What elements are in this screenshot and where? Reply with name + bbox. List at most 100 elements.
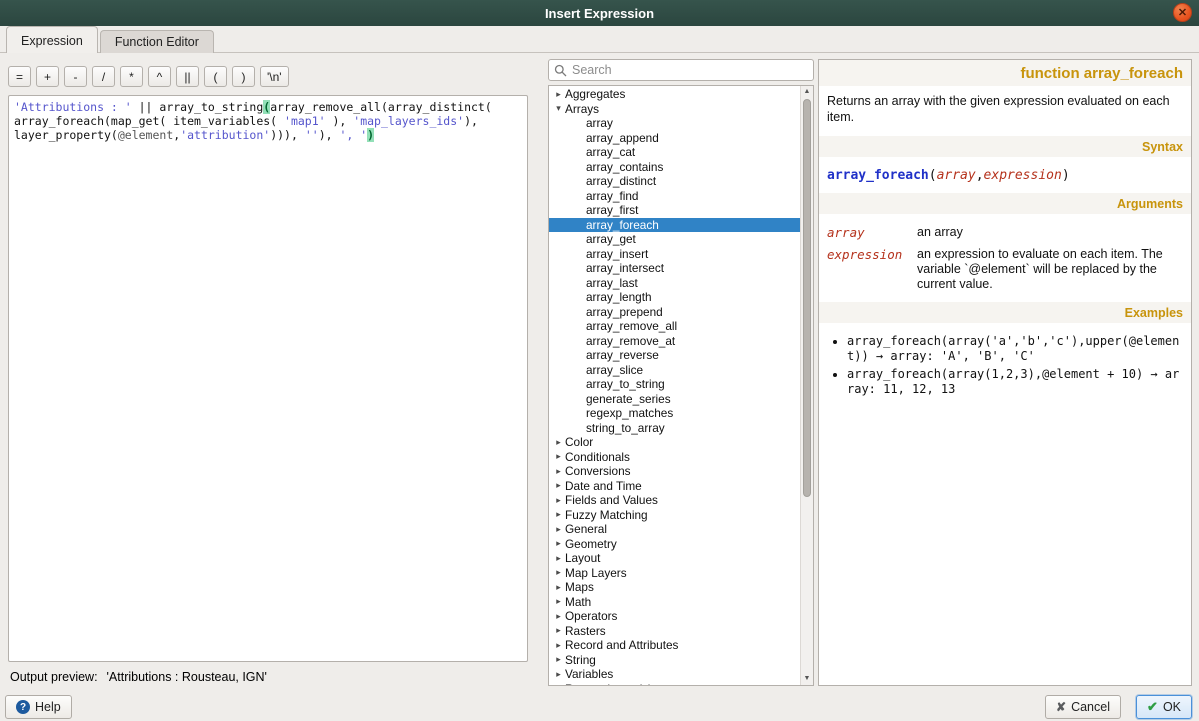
function-item-array-first[interactable]: array_first (549, 203, 800, 218)
tree-label: array_append (586, 131, 659, 145)
chevron-right-icon[interactable]: ▸ (552, 495, 565, 506)
tab-function-editor[interactable]: Function Editor (100, 30, 214, 53)
function-item-array-remove-at[interactable]: array_remove_at (549, 334, 800, 349)
tree-group-recent-generic[interactable]: ▸Recent (generic) (549, 682, 800, 687)
function-item-array-remove-all[interactable]: array_remove_all (549, 319, 800, 334)
chevron-right-icon[interactable]: ▸ (552, 509, 565, 520)
search-box (548, 59, 814, 81)
chevron-right-icon[interactable]: ▸ (552, 466, 565, 477)
function-item-string-to-array[interactable]: string_to_array (549, 421, 800, 436)
tree-group-aggregates[interactable]: ▸Aggregates (549, 87, 800, 102)
operator-button[interactable]: ( (204, 66, 227, 87)
chevron-right-icon[interactable]: ▸ (552, 683, 565, 686)
tree-group-maps[interactable]: ▸Maps (549, 580, 800, 595)
tree-group-general[interactable]: ▸General (549, 522, 800, 537)
function-item-array-last[interactable]: array_last (549, 276, 800, 291)
function-item-array-contains[interactable]: array_contains (549, 160, 800, 175)
help-button[interactable]: ? Help (5, 695, 72, 719)
function-item-array-slice[interactable]: array_slice (549, 363, 800, 378)
function-item-array-get[interactable]: array_get (549, 232, 800, 247)
function-item-array-to-string[interactable]: array_to_string (549, 377, 800, 392)
tree-scrollbar[interactable]: ▲ ▼ (800, 86, 813, 685)
tree-group-rasters[interactable]: ▸Rasters (549, 624, 800, 639)
syntax-header: Syntax (819, 136, 1191, 157)
tree-group-string[interactable]: ▸String (549, 653, 800, 668)
function-item-array-insert[interactable]: array_insert (549, 247, 800, 262)
tree-group-date-and-time[interactable]: ▸Date and Time (549, 479, 800, 494)
chevron-right-icon[interactable]: ▸ (552, 524, 565, 535)
scroll-down-icon[interactable]: ▼ (801, 673, 813, 685)
tree-group-variables[interactable]: ▸Variables (549, 667, 800, 682)
operator-button[interactable]: ) (232, 66, 255, 87)
chevron-right-icon[interactable]: ▸ (552, 611, 565, 622)
chevron-right-icon[interactable]: ▸ (552, 640, 565, 651)
chevron-right-icon[interactable]: ▸ (552, 669, 565, 680)
tree-group-operators[interactable]: ▸Operators (549, 609, 800, 624)
tree-group-record-and-attributes[interactable]: ▸Record and Attributes (549, 638, 800, 653)
function-item-array-cat[interactable]: array_cat (549, 145, 800, 160)
chevron-right-icon[interactable]: ▸ (552, 567, 565, 578)
chevron-right-icon[interactable]: ▸ (552, 437, 565, 448)
chevron-right-icon[interactable]: ▸ (552, 538, 565, 549)
chevron-right-icon[interactable]: ▸ (552, 480, 565, 491)
operator-button[interactable]: '\n' (260, 66, 289, 87)
chevron-right-icon[interactable]: ▸ (552, 553, 565, 564)
operator-button[interactable]: ^ (148, 66, 171, 87)
tree-label: Rasters (565, 624, 606, 638)
syntax-param: expression (984, 168, 1062, 183)
window-close-button[interactable]: ✕ (1173, 3, 1192, 22)
chevron-right-icon[interactable]: ▸ (552, 451, 565, 462)
function-item-array-length[interactable]: array_length (549, 290, 800, 305)
function-item-array-append[interactable]: array_append (549, 131, 800, 146)
function-item-array-foreach[interactable]: array_foreach (549, 218, 800, 233)
tree-group-layout[interactable]: ▸Layout (549, 551, 800, 566)
function-tree: ▸Aggregates▾Arraysarrayarray_appendarray… (548, 85, 814, 686)
tree-label: array_get (586, 232, 636, 246)
function-item-array-distinct[interactable]: array_distinct (549, 174, 800, 189)
function-item-array-intersect[interactable]: array_intersect (549, 261, 800, 276)
ok-button[interactable]: ✔ OK (1136, 695, 1192, 719)
tree-group-conditionals[interactable]: ▸Conditionals (549, 450, 800, 465)
chevron-down-icon[interactable]: ▾ (552, 103, 565, 114)
tree-label: array_slice (586, 363, 643, 377)
operator-button[interactable]: - (64, 66, 87, 87)
chevron-right-icon[interactable]: ▸ (552, 625, 565, 636)
operator-button[interactable]: * (120, 66, 143, 87)
tree-label: String (565, 653, 596, 667)
window-title: Insert Expression (545, 6, 654, 21)
operator-button[interactable]: + (36, 66, 59, 87)
function-item-array-prepend[interactable]: array_prepend (549, 305, 800, 320)
chevron-right-icon[interactable]: ▸ (552, 596, 565, 607)
argument-description: an array (917, 225, 1183, 240)
tree-group-fields-and-values[interactable]: ▸Fields and Values (549, 493, 800, 508)
tab-expression[interactable]: Expression (6, 26, 98, 53)
tree-group-conversions[interactable]: ▸Conversions (549, 464, 800, 479)
search-icon (554, 64, 567, 77)
operator-button[interactable]: / (92, 66, 115, 87)
tree-group-geometry[interactable]: ▸Geometry (549, 537, 800, 552)
function-item-generate-series[interactable]: generate_series (549, 392, 800, 407)
chevron-right-icon[interactable]: ▸ (552, 582, 565, 593)
expression-editor[interactable]: 'Attributions : ' || array_to_string(arr… (8, 95, 528, 662)
examples-header: Examples (819, 302, 1191, 323)
tree-group-fuzzy-matching[interactable]: ▸Fuzzy Matching (549, 508, 800, 523)
tree-group-color[interactable]: ▸Color (549, 435, 800, 450)
tree-group-map-layers[interactable]: ▸Map Layers (549, 566, 800, 581)
search-input[interactable] (572, 63, 808, 77)
scroll-up-icon[interactable]: ▲ (801, 86, 813, 98)
tree-label: Aggregates (565, 87, 625, 101)
chevron-right-icon[interactable]: ▸ (552, 89, 565, 100)
function-item-array[interactable]: array (549, 116, 800, 131)
cancel-button[interactable]: ✘ Cancel (1045, 695, 1121, 719)
tree-label: array_remove_at (586, 334, 675, 348)
function-item-array-find[interactable]: array_find (549, 189, 800, 204)
tree-group-math[interactable]: ▸Math (549, 595, 800, 610)
function-item-regexp-matches[interactable]: regexp_matches (549, 406, 800, 421)
scrollbar-thumb[interactable] (803, 99, 811, 497)
chevron-right-icon[interactable]: ▸ (552, 654, 565, 665)
operator-button[interactable]: || (176, 66, 199, 87)
examples-list: array_foreach(array('a','b','c'),upper(@… (847, 334, 1181, 397)
function-item-array-reverse[interactable]: array_reverse (549, 348, 800, 363)
tree-group-arrays[interactable]: ▾Arrays (549, 102, 800, 117)
operator-button[interactable]: = (8, 66, 31, 87)
